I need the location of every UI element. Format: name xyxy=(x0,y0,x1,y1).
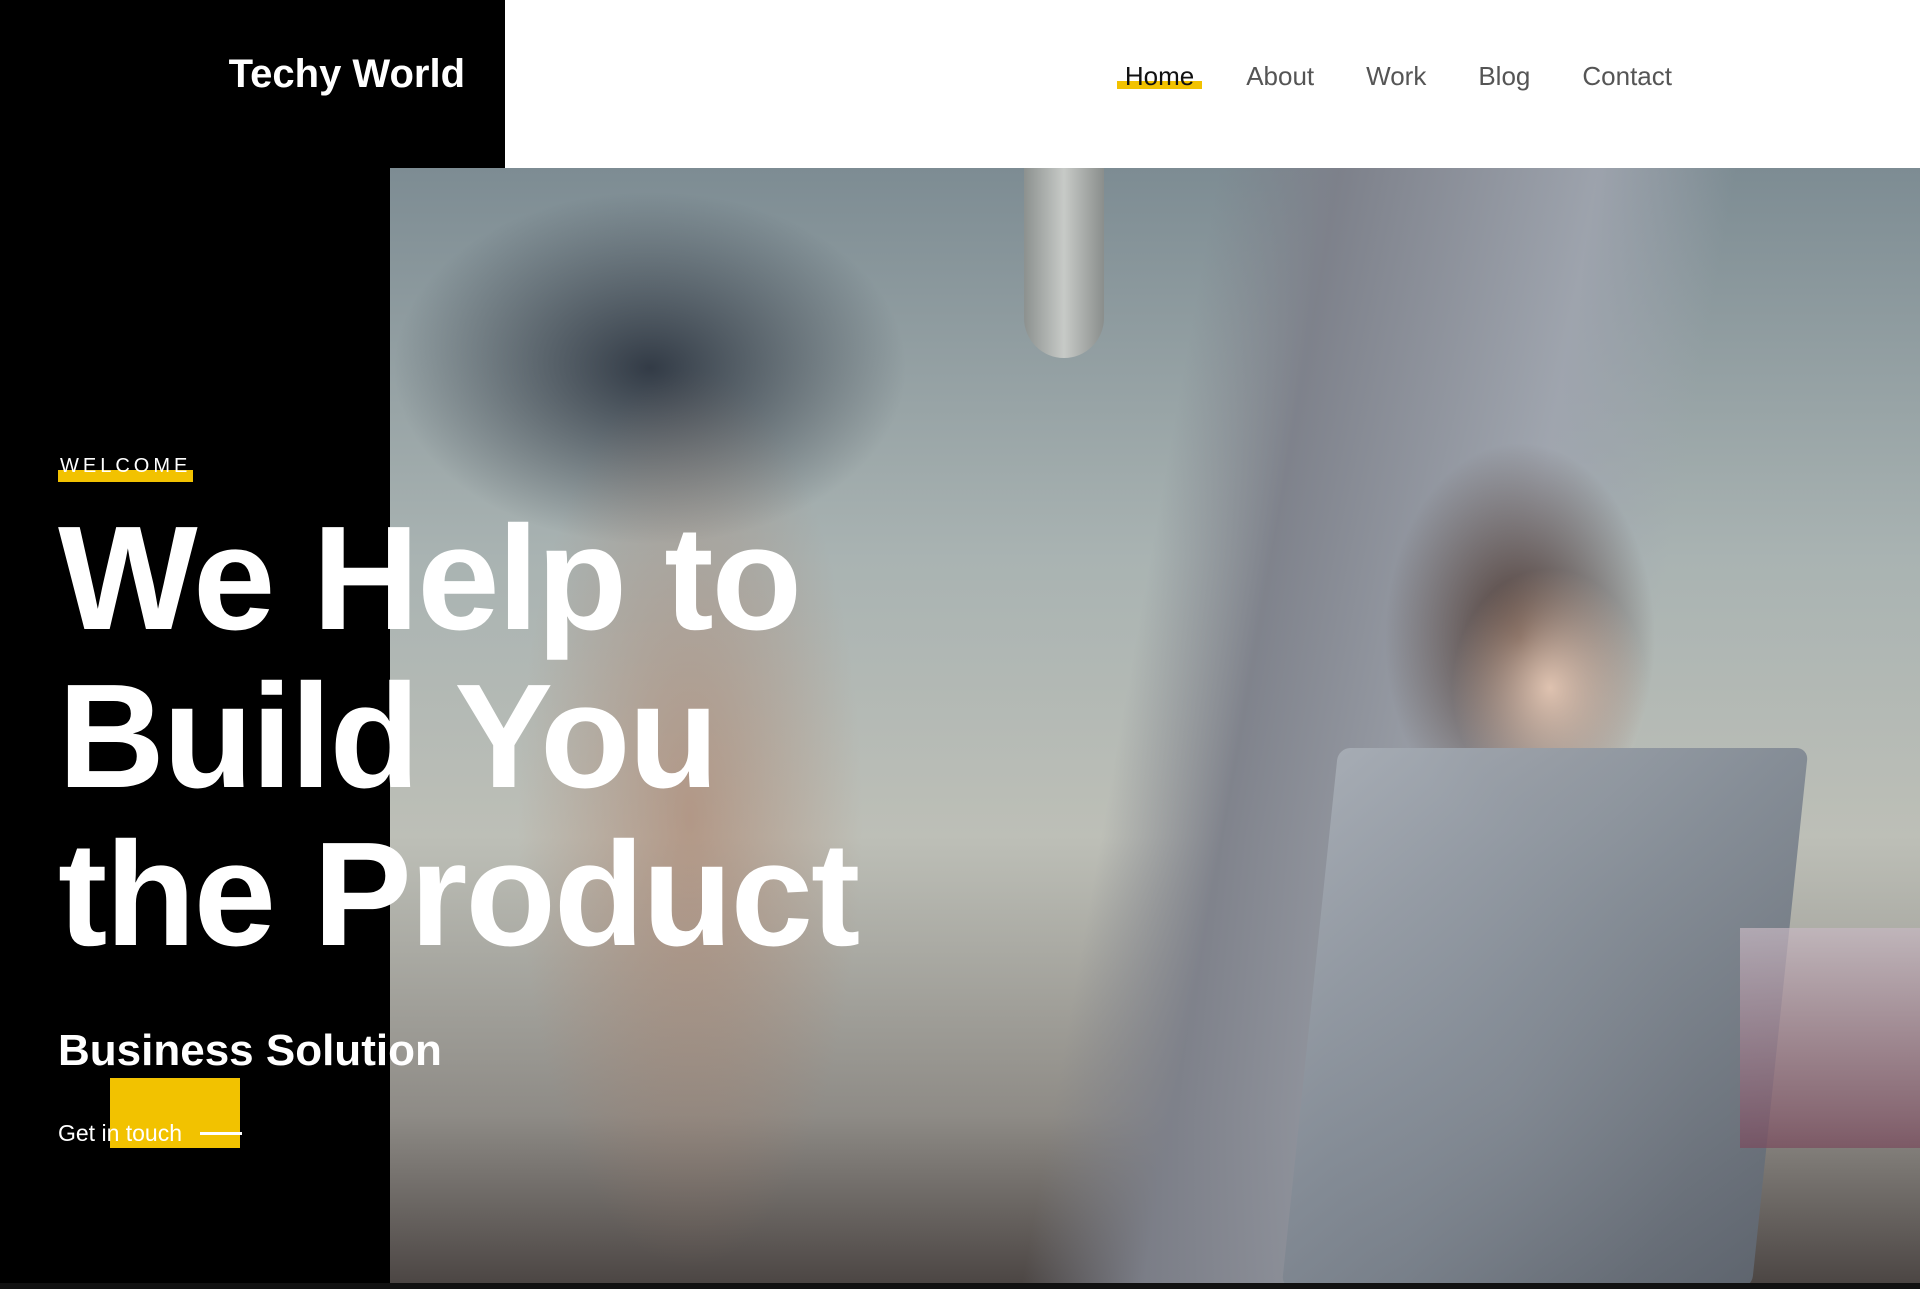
nav-item-work: Work xyxy=(1366,58,1426,94)
nav-link-work[interactable]: Work xyxy=(1366,61,1426,91)
nav-item-contact: Contact xyxy=(1582,58,1672,94)
nav-link-home[interactable]: Home xyxy=(1125,61,1194,91)
nav-item-blog: Blog xyxy=(1478,58,1530,94)
nav-item-about: About xyxy=(1246,58,1314,94)
pendant-lamp-shape xyxy=(1024,168,1104,358)
landing-page: Techy World Home About Work Blog Contact xyxy=(0,0,1920,1289)
get-in-touch-button[interactable]: Get in touch xyxy=(58,1078,243,1148)
bottom-strip xyxy=(0,1283,1920,1289)
laptop-shape xyxy=(1281,748,1809,1288)
brand-block: Techy World xyxy=(0,0,505,168)
brand-logo[interactable]: Techy World xyxy=(229,52,465,97)
nav-link-contact[interactable]: Contact xyxy=(1582,61,1672,91)
nav-item-home: Home xyxy=(1125,58,1194,94)
main-navigation: Home About Work Blog Contact xyxy=(505,0,1920,168)
nav-link-blog[interactable]: Blog xyxy=(1478,61,1530,91)
shelf-shape xyxy=(1740,928,1920,1148)
hero-subhead: Business Solution xyxy=(58,1026,442,1075)
hero-content: WELCOME We Help to Build You the Product… xyxy=(58,455,860,1148)
cta-label: Get in touch xyxy=(58,1120,183,1146)
cta-arrow-line-icon xyxy=(200,1132,243,1135)
nav-link-about[interactable]: About xyxy=(1246,61,1314,91)
hero-headline: We Help to Build You the Product xyxy=(58,496,860,977)
hero-kicker: WELCOME xyxy=(58,455,194,482)
nav-menu: Home About Work Blog Contact xyxy=(1125,58,1672,94)
